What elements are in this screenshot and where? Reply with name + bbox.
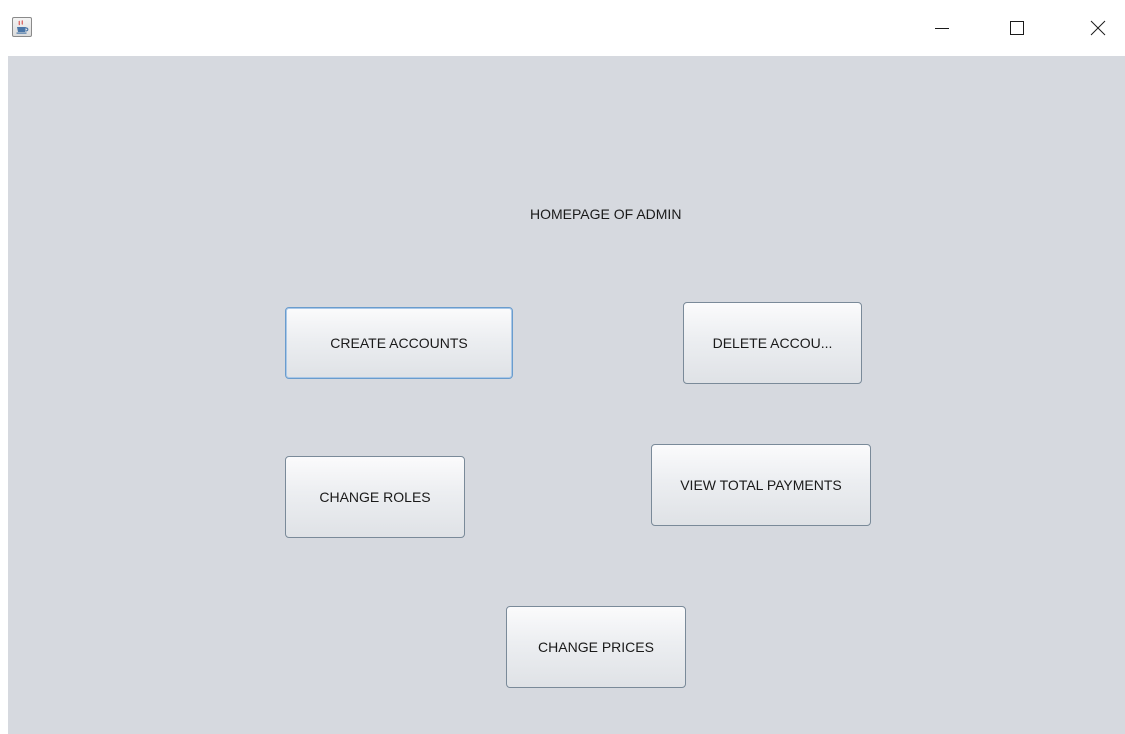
- page-title: HOMEPAGE OF ADMIN: [530, 206, 682, 222]
- change-prices-button[interactable]: CHANGE PRICES: [506, 606, 686, 688]
- maximize-button[interactable]: [994, 0, 1040, 56]
- close-button[interactable]: [1075, 0, 1121, 56]
- view-total-payments-button[interactable]: VIEW TOTAL PAYMENTS: [651, 444, 871, 526]
- create-accounts-button[interactable]: CREATE ACCOUNTS: [285, 307, 513, 379]
- close-icon: [1090, 20, 1106, 36]
- maximize-icon: [1010, 21, 1024, 35]
- java-cup-icon[interactable]: [12, 17, 32, 37]
- title-bar[interactable]: [0, 0, 1125, 56]
- delete-accounts-button[interactable]: DELETE ACCOU...: [683, 302, 862, 384]
- minimize-icon: [935, 28, 949, 29]
- app-window: HOMEPAGE OF ADMIN CREATE ACCOUNTS DELETE…: [0, 0, 1125, 734]
- minimize-button[interactable]: [919, 0, 965, 56]
- change-roles-button[interactable]: CHANGE ROLES: [285, 456, 465, 538]
